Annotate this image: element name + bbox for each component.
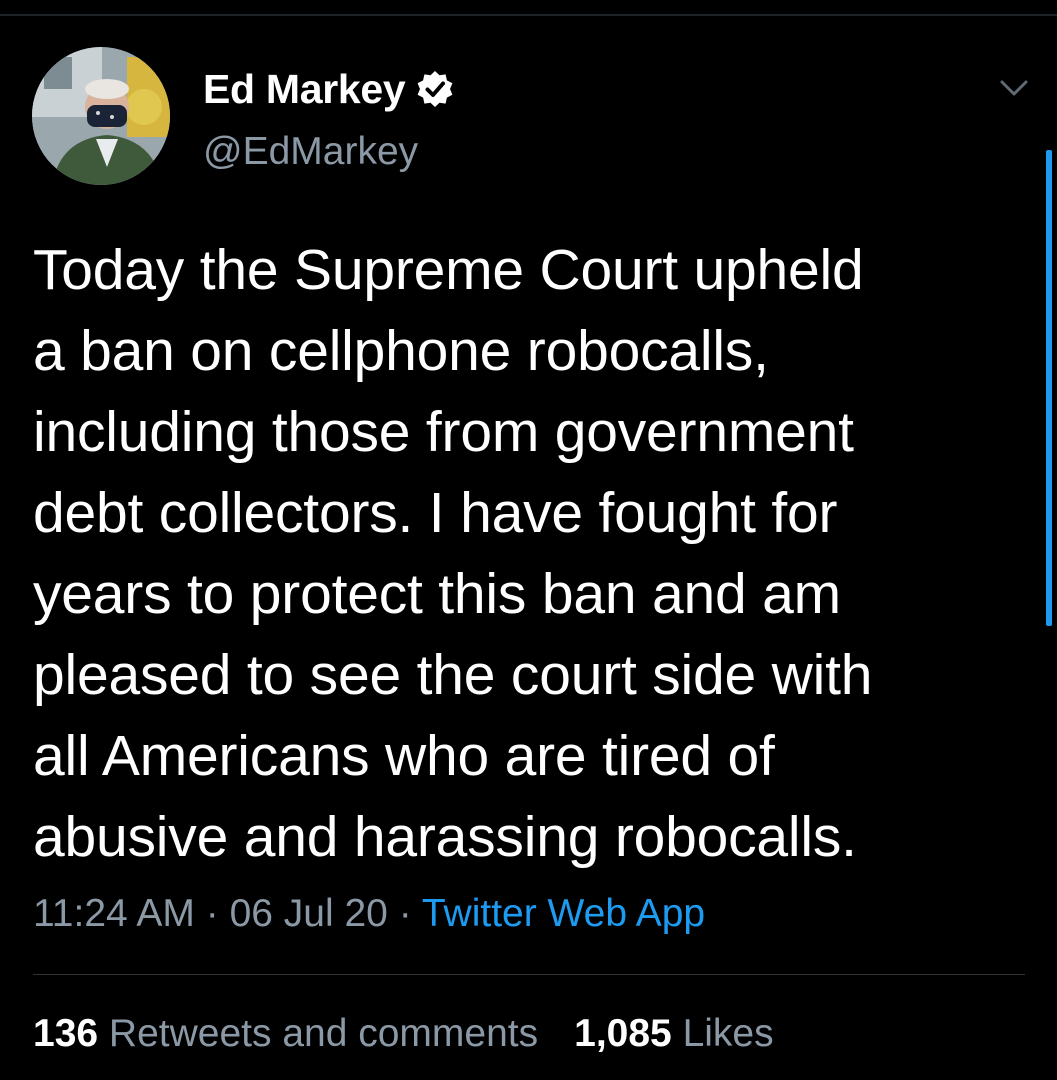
- display-name[interactable]: Ed Markey: [203, 66, 406, 113]
- tweet-stats: 136 Retweets and comments 1,085 Likes: [33, 1012, 774, 1056]
- tweet-source-link[interactable]: Twitter Web App: [422, 892, 705, 935]
- tweet-text-line: pleased to see the court side with: [33, 643, 873, 707]
- tweet-meta: 11:24 AM · 06 Jul 20 · Twitter Web App: [33, 892, 705, 936]
- avatar-photo: [32, 47, 170, 185]
- chevron-down-icon[interactable]: [998, 76, 1030, 100]
- likes-count: 1,085: [574, 1012, 672, 1055]
- tweet-text-line: years to protect this ban and am: [33, 562, 841, 626]
- avatar[interactable]: [32, 47, 170, 185]
- top-divider: [0, 14, 1057, 16]
- author-handle[interactable]: @EdMarkey: [203, 130, 418, 174]
- retweets-count: 136: [33, 1012, 99, 1055]
- likes-stat[interactable]: 1,085 Likes: [574, 1012, 774, 1055]
- author-name-row[interactable]: Ed Markey: [203, 64, 455, 114]
- tweet-date[interactable]: 06 Jul 20: [230, 892, 388, 935]
- meta-separator: ·: [398, 892, 412, 935]
- verified-badge-icon: [415, 69, 455, 109]
- retweets-label: Retweets and comments: [108, 1012, 539, 1055]
- tweet-text: Today the Supreme Court upheld a ban on …: [33, 230, 1033, 878]
- tweet-text-line: abusive and harassing robocalls.: [33, 805, 857, 869]
- tweet-text-line: a ban on cellphone robocalls,: [33, 319, 769, 383]
- tweet-text-line: debt collectors. I have fought for: [33, 481, 838, 545]
- tweet-time[interactable]: 11:24 AM: [33, 892, 195, 935]
- meta-separator: ·: [205, 892, 219, 935]
- retweets-stat[interactable]: 136 Retweets and comments: [33, 1012, 538, 1055]
- likes-label: Likes: [682, 1012, 774, 1055]
- scroll-indicator[interactable]: [1046, 150, 1052, 626]
- tweet-text-line: Today the Supreme Court upheld: [33, 238, 864, 302]
- stats-divider: [33, 974, 1025, 975]
- tweet-text-line: including those from government: [33, 400, 854, 464]
- tweet-text-line: all Americans who are tired of: [33, 724, 775, 788]
